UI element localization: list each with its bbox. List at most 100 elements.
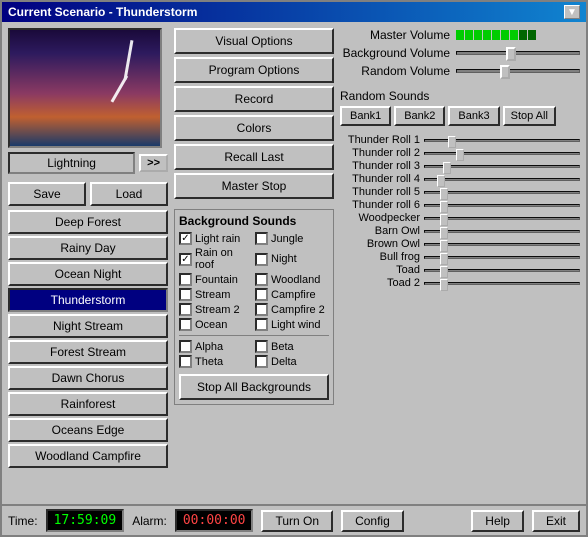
visual-options-button[interactable]: Visual Options [174, 28, 334, 54]
scenario-list: Deep ForestRainy DayOcean NightThunderst… [8, 210, 168, 468]
slider-label: Thunder roll 5 [340, 186, 420, 198]
slider-thumb[interactable] [440, 227, 448, 239]
slider-track[interactable] [424, 256, 580, 259]
master-volume-label: Master Volume [340, 28, 450, 42]
slider-track[interactable] [424, 139, 580, 142]
bank-button-bank3[interactable]: Bank3 [448, 106, 499, 126]
sound-slider-toad: Toad [340, 264, 580, 276]
scenario-btn-forest-stream[interactable]: Forest Stream [8, 340, 168, 364]
scenario-btn-thunderstorm[interactable]: Thunderstorm [8, 288, 168, 312]
scenario-btn-oceans-edge[interactable]: Oceans Edge [8, 418, 168, 442]
checkbox-campfire-2[interactable] [255, 303, 268, 316]
slider-thumb[interactable] [440, 214, 448, 226]
checkbox-rain-on-roof[interactable] [179, 253, 192, 266]
slider-track[interactable] [424, 217, 580, 220]
slider-track[interactable] [424, 230, 580, 233]
slider-track[interactable] [424, 282, 580, 285]
stop-all-backgrounds-button[interactable]: Stop All Backgrounds [179, 374, 329, 400]
sound-slider-thunder-roll-3: Thunder roll 3 [340, 160, 580, 172]
sound-item-jungle: Jungle [255, 232, 329, 245]
checkbox-fountain[interactable] [179, 273, 192, 286]
main-window: Current Scenario - Thunderstorm ▼ Lightn… [0, 0, 588, 537]
scenario-btn-ocean-night[interactable]: Ocean Night [8, 262, 168, 286]
sound-slider-woodpecker: Woodpecker [340, 212, 580, 224]
seg7 [510, 30, 518, 40]
slider-track[interactable] [424, 165, 580, 168]
checkbox-light-rain[interactable] [179, 232, 192, 245]
sound-label: Light wind [271, 319, 321, 331]
load-button[interactable]: Load [90, 182, 168, 206]
slider-thumb[interactable] [440, 253, 448, 265]
sound-label: Ocean [195, 319, 227, 331]
checkbox-jungle[interactable] [255, 232, 268, 245]
minimize-button[interactable]: ▼ [564, 5, 580, 19]
slider-thumb[interactable] [437, 175, 445, 187]
slider-track[interactable] [424, 191, 580, 194]
recall-last-button[interactable]: Recall Last [174, 144, 334, 170]
random-volume-thumb[interactable] [500, 65, 510, 79]
slider-thumb[interactable] [448, 136, 456, 148]
slider-track[interactable] [424, 243, 580, 246]
bank-button-bank1[interactable]: Bank1 [340, 106, 391, 126]
sound-grid: Light rainJungleRain on roofNightFountai… [179, 232, 329, 331]
stop-all-button[interactable]: Stop All [503, 106, 556, 126]
scenario-btn-woodland-campfire[interactable]: Woodland Campfire [8, 444, 168, 468]
checkbox-theta[interactable] [179, 355, 192, 368]
sound-slider-thunder-roll-5: Thunder roll 5 [340, 186, 580, 198]
seg6 [501, 30, 509, 40]
slider-thumb[interactable] [443, 162, 451, 174]
scenario-btn-night-stream[interactable]: Night Stream [8, 314, 168, 338]
help-button[interactable]: Help [471, 510, 524, 532]
checkbox-ocean[interactable] [179, 318, 192, 331]
slider-track[interactable] [424, 269, 580, 272]
turn-on-button[interactable]: Turn On [261, 510, 333, 532]
checkbox-beta[interactable] [255, 340, 268, 353]
config-button[interactable]: Config [341, 510, 404, 532]
slider-thumb[interactable] [456, 149, 464, 161]
program-options-button[interactable]: Program Options [174, 57, 334, 83]
slider-thumb[interactable] [440, 279, 448, 291]
sound-slider-thunder-roll-6: Thunder roll 6 [340, 199, 580, 211]
checkbox-delta[interactable] [255, 355, 268, 368]
slider-track[interactable] [424, 152, 580, 155]
sound-item-campfire: Campfire [255, 288, 329, 301]
background-volume-thumb[interactable] [506, 47, 516, 61]
checkbox-stream[interactable] [179, 288, 192, 301]
slider-track[interactable] [424, 178, 580, 181]
slider-thumb[interactable] [440, 188, 448, 200]
scenario-btn-rainforest[interactable]: Rainforest [8, 392, 168, 416]
checkbox-campfire[interactable] [255, 288, 268, 301]
time-label: Time: [8, 514, 38, 528]
colors-button[interactable]: Colors [174, 115, 334, 141]
brain-item-beta: Beta [255, 340, 329, 353]
scenario-btn-dawn-chorus[interactable]: Dawn Chorus [8, 366, 168, 390]
scenario-btn-rainy-day[interactable]: Rainy Day [8, 236, 168, 260]
slider-thumb[interactable] [440, 240, 448, 252]
slider-thumb[interactable] [440, 201, 448, 213]
random-volume-slider[interactable] [456, 69, 580, 73]
navigate-button[interactable]: >> [139, 154, 168, 172]
checkbox-night[interactable] [255, 253, 268, 266]
master-volume-bar[interactable] [456, 30, 536, 40]
checkbox-woodland[interactable] [255, 273, 268, 286]
brain-item-theta: Theta [179, 355, 253, 368]
main-buttons: Visual Options Program Options Record Color… [174, 28, 334, 199]
bank-button-bank2[interactable]: Bank2 [394, 106, 445, 126]
exit-button[interactable]: Exit [532, 510, 580, 532]
checkbox-alpha[interactable] [179, 340, 192, 353]
slider-label: Thunder roll 2 [340, 147, 420, 159]
slider-track[interactable] [424, 204, 580, 207]
record-button[interactable]: Record [174, 86, 334, 112]
background-sounds-section: Background Sounds Light rainJungleRain o… [174, 209, 334, 405]
checkbox-light-wind[interactable] [255, 318, 268, 331]
background-volume-slider[interactable] [456, 51, 580, 55]
save-button[interactable]: Save [8, 182, 86, 206]
checkbox-stream-2[interactable] [179, 303, 192, 316]
brain-label: Theta [195, 356, 223, 368]
slider-thumb[interactable] [440, 266, 448, 278]
slider-label: Barn Owl [340, 225, 420, 237]
sound-item-stream-2: Stream 2 [179, 303, 253, 316]
scenario-btn-deep-forest[interactable]: Deep Forest [8, 210, 168, 234]
seg3 [474, 30, 482, 40]
master-stop-button[interactable]: Master Stop [174, 173, 334, 199]
